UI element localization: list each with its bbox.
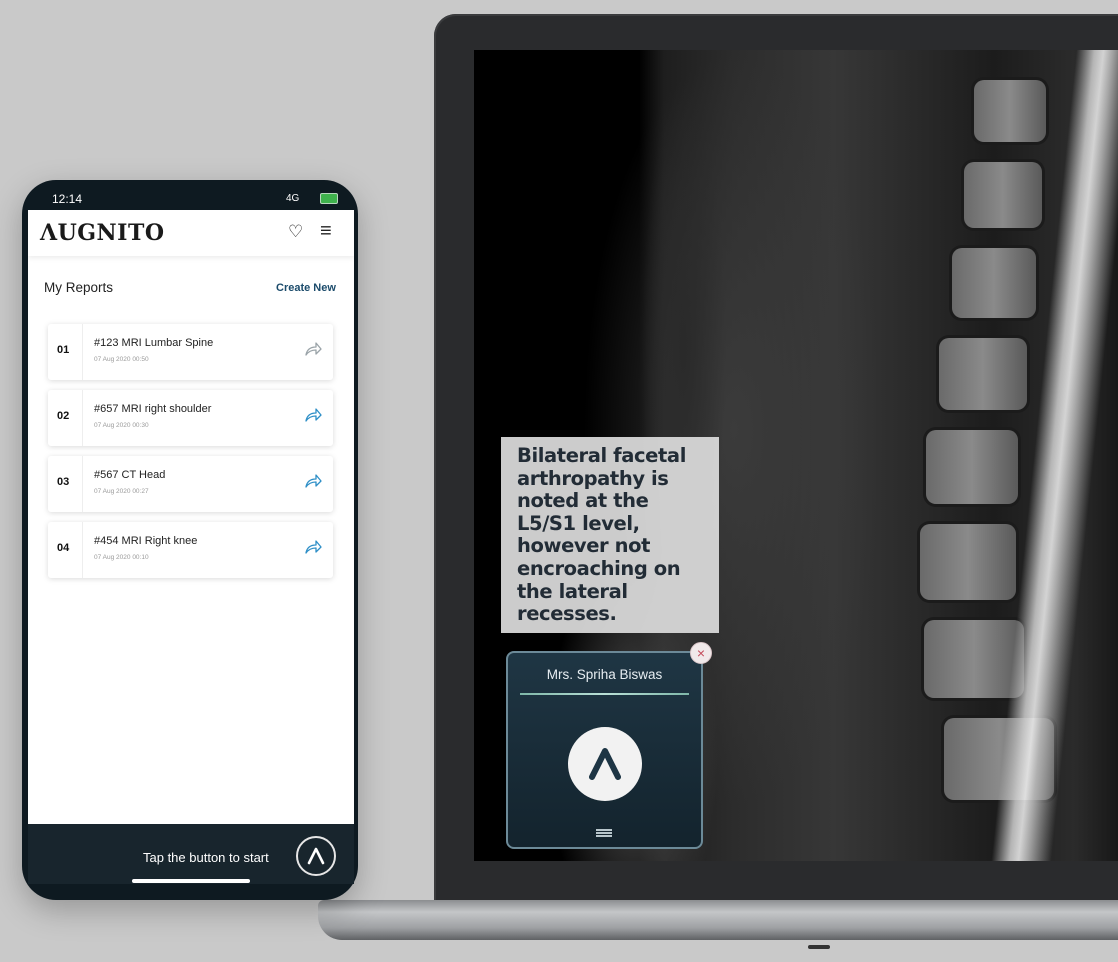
share-icon[interactable] bbox=[304, 539, 322, 555]
status-time: 12:14 bbox=[52, 192, 83, 206]
hamburger-icon[interactable] bbox=[596, 829, 612, 837]
heart-icon[interactable]: ♡ bbox=[288, 222, 303, 242]
network-indicator: 4G bbox=[286, 193, 300, 204]
share-icon[interactable] bbox=[304, 473, 322, 489]
report-title: #123 MRI Lumbar Spine bbox=[94, 337, 214, 349]
card-divider bbox=[82, 390, 83, 446]
close-icon[interactable]: × bbox=[690, 642, 712, 664]
brand-logo: ΛUGNITO bbox=[40, 220, 165, 246]
report-card[interactable]: 04 #454 MRI Right knee 07 Aug 2020 00:10 bbox=[48, 522, 333, 578]
audio-level-line bbox=[520, 693, 689, 695]
card-divider bbox=[82, 522, 83, 578]
start-hint: Tap the button to start bbox=[143, 850, 269, 865]
share-icon[interactable] bbox=[304, 341, 322, 357]
vertebra bbox=[952, 248, 1036, 318]
dictation-caption: Bilateral facetal arthropathy is noted a… bbox=[501, 437, 719, 633]
start-dictation-button[interactable] bbox=[296, 836, 336, 876]
widget-patient-name: Mrs. Spriha Biswas bbox=[546, 667, 663, 682]
laptop-notch bbox=[808, 945, 830, 949]
vertebra bbox=[920, 524, 1016, 600]
bottom-bar: Tap the button to start bbox=[28, 824, 354, 884]
report-card[interactable]: 02 #657 MRI right shoulder 07 Aug 2020 0… bbox=[48, 390, 333, 446]
vertebra bbox=[964, 162, 1042, 228]
report-number: 01 bbox=[57, 344, 70, 356]
report-date: 07 Aug 2020 00:27 bbox=[94, 488, 149, 495]
battery-icon bbox=[320, 193, 338, 204]
report-card[interactable]: 03 #567 CT Head 07 Aug 2020 00:27 bbox=[48, 456, 333, 512]
report-date: 07 Aug 2020 00:10 bbox=[94, 554, 149, 561]
report-title: #567 CT Head bbox=[94, 469, 166, 481]
vertebra bbox=[939, 338, 1027, 410]
vertebra bbox=[926, 430, 1018, 504]
card-divider bbox=[82, 456, 83, 512]
section-title: My Reports bbox=[44, 280, 114, 295]
status-bar: 12:14 4G bbox=[24, 180, 354, 210]
report-title: #657 MRI right shoulder bbox=[94, 403, 212, 415]
augnito-logo-icon bbox=[589, 748, 621, 780]
report-date: 07 Aug 2020 00:50 bbox=[94, 356, 149, 363]
vertebra bbox=[974, 80, 1046, 142]
report-card[interactable]: 01 #123 MRI Lumbar Spine 07 Aug 2020 00:… bbox=[48, 324, 333, 380]
report-number: 04 bbox=[57, 542, 70, 554]
app-header: ΛUGNITO ♡ ≡ bbox=[28, 210, 354, 256]
dictation-widget[interactable]: Mrs. Spriha Biswas bbox=[506, 651, 703, 849]
report-number: 03 bbox=[57, 476, 70, 488]
report-date: 07 Aug 2020 00:30 bbox=[94, 422, 149, 429]
create-new-link[interactable]: Create New bbox=[276, 282, 336, 294]
share-icon[interactable] bbox=[304, 407, 322, 423]
report-title: #454 MRI Right knee bbox=[94, 535, 198, 547]
augnito-logo-icon bbox=[307, 847, 325, 865]
home-indicator[interactable] bbox=[132, 879, 250, 883]
phone-screen: ΛUGNITO ♡ ≡ My Reports Create New 01 #12… bbox=[28, 210, 354, 824]
report-number: 02 bbox=[57, 410, 70, 422]
laptop-base bbox=[318, 900, 1118, 940]
widget-record-button[interactable] bbox=[568, 727, 642, 801]
card-divider bbox=[82, 324, 83, 380]
menu-icon[interactable]: ≡ bbox=[320, 220, 332, 243]
